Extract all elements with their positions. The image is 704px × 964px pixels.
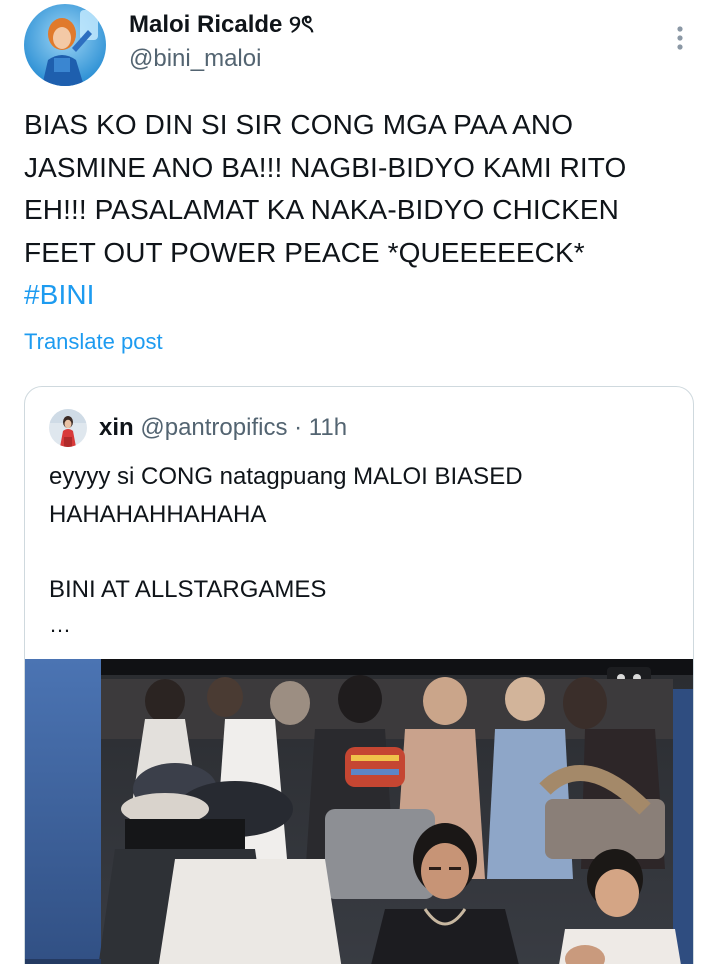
more-vertical-icon[interactable] [664, 20, 696, 56]
hashtag-link[interactable]: #BINI [24, 274, 694, 317]
translate-post-link[interactable]: Translate post [24, 328, 163, 356]
author-name[interactable]: Maloi Ricalde ୨ৎ [129, 10, 314, 40]
quoted-post-header: xin @pantropifics · 11h [99, 413, 347, 443]
post-text: BIAS KO DIN SI SIR CONG MGA PAA ANO JASM… [24, 104, 694, 317]
quoted-author-avatar[interactable] [49, 409, 87, 447]
author-avatar[interactable] [24, 4, 106, 86]
author-name-text: Maloi Ricalde [129, 11, 283, 38]
author-handle[interactable]: @bini_maloi [129, 44, 261, 74]
quoted-text-line: eyyyy si CONG natagpuang MALOI BIASED [49, 463, 523, 490]
quoted-author-handle[interactable]: @pantropifics [140, 414, 287, 441]
quoted-text-line [49, 533, 679, 571]
video-frame-image [25, 659, 693, 964]
post-detail-page: Maloi Ricalde ୨ৎ @bini_maloi BIAS KO DIN… [0, 0, 704, 964]
quoted-post-card[interactable]: xin @pantropifics · 11h eyyyy si CONG na… [24, 386, 694, 964]
quoted-avatar-image [49, 409, 87, 447]
author-emoji: ୨ৎ [289, 11, 314, 38]
avatar-image [24, 4, 106, 86]
quoted-text-ellipsis: … [49, 612, 71, 637]
post-text-line: EH!!! PASALAMAT KA NAKA-BIDYO CHICKEN [24, 194, 619, 225]
post-text-line: JASMINE ANO BA!!! NAGBI-BIDYO KAMI RITO [24, 151, 627, 183]
quoted-post-time: 11h [308, 414, 348, 441]
meta-separator: · [294, 414, 303, 441]
quoted-text-line: BINI AT ALLSTARGAMES [49, 575, 327, 603]
quoted-author-name[interactable]: xin [99, 414, 134, 441]
video-thumbnail[interactable] [25, 659, 693, 964]
quoted-text-line: HAHAHAHHAHAHA [49, 500, 267, 528]
post-text-line: BIAS KO DIN SI SIR CONG MGA PAA ANO [24, 109, 574, 140]
quoted-post-text: eyyyy si CONG natagpuang MALOI BIASED HA… [49, 458, 679, 608]
post-text-line: FEET OUT POWER PEACE *QUEEEEECK* [24, 236, 585, 268]
more-dots-icon [677, 26, 683, 50]
